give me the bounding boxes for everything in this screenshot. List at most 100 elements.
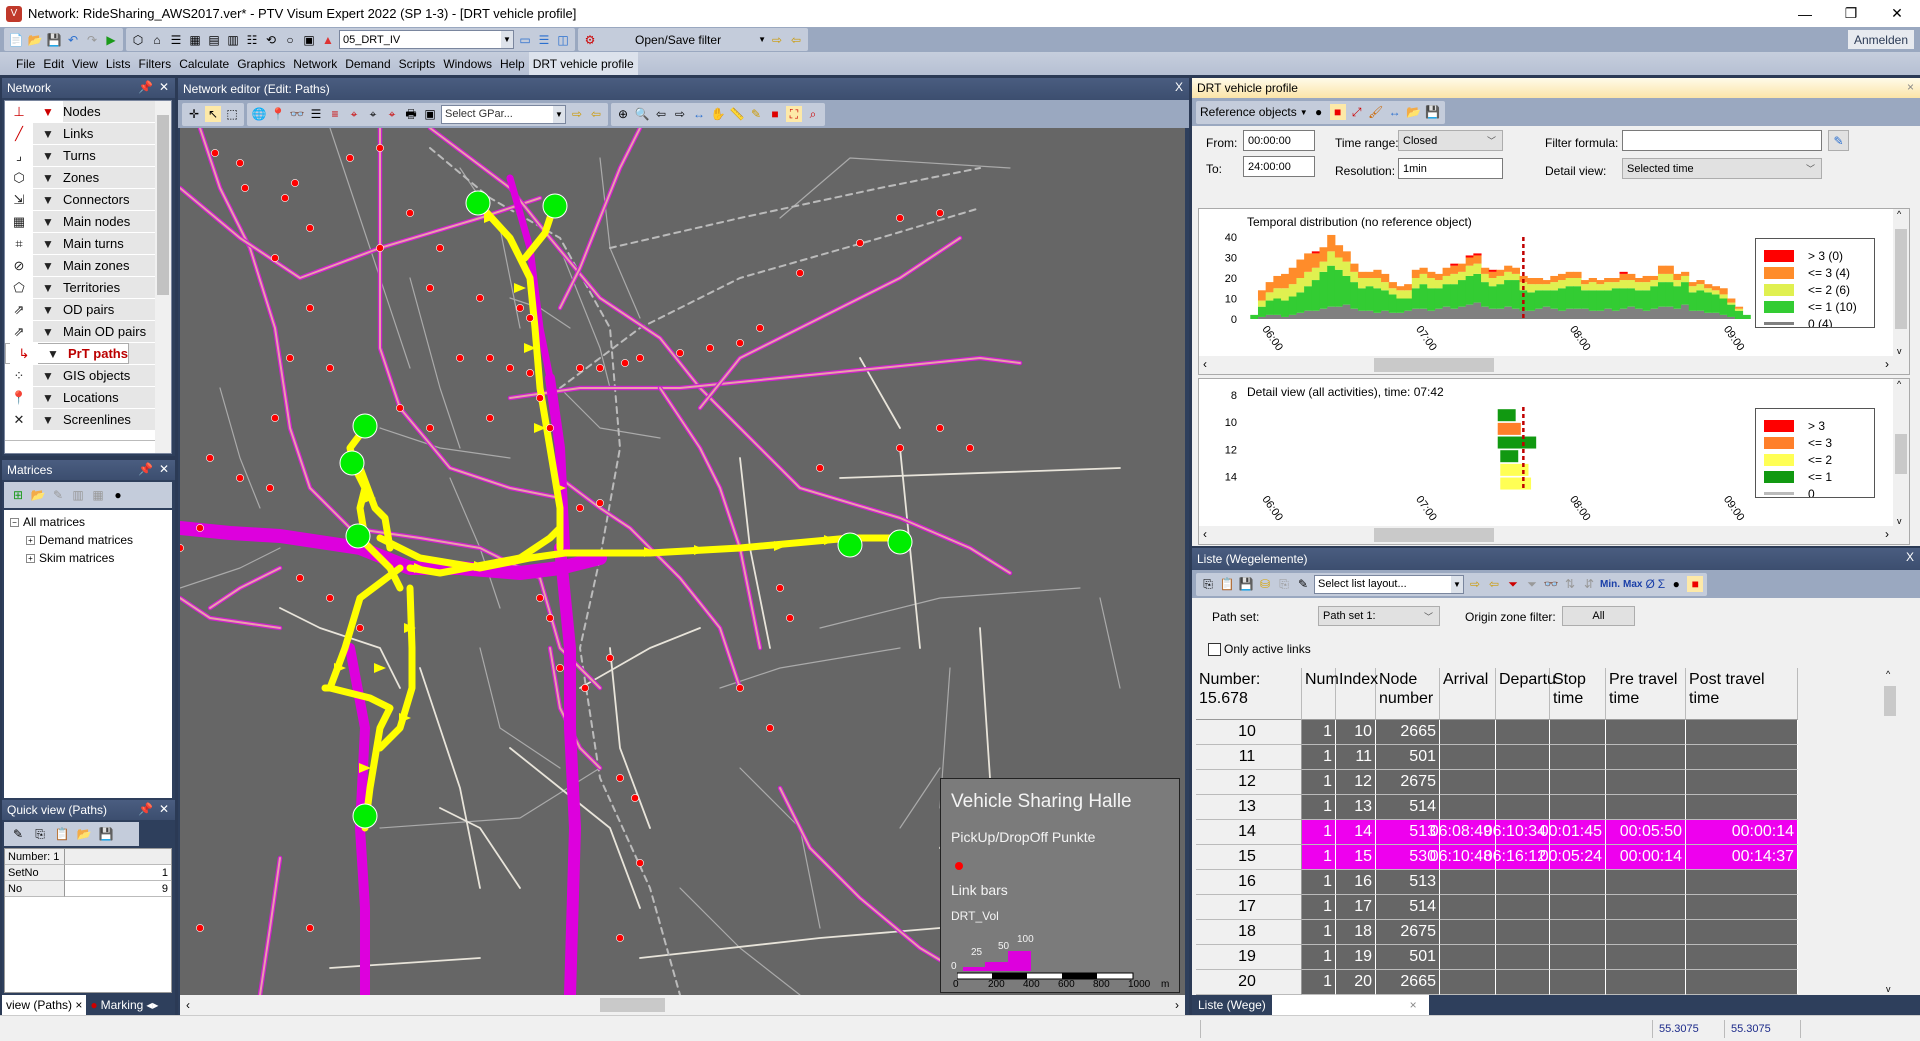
map-horizontal-scrollbar[interactable]: ‹ › [180,995,1185,1015]
table-cell[interactable]: 1 [1302,920,1336,945]
copy-disabled-icon[interactable]: ⎘ [1276,576,1292,592]
horizontal-scrollbar[interactable]: ‹ › [1199,526,1909,544]
table-cell[interactable] [1686,720,1798,745]
print-icon[interactable]: 🖶 [403,106,419,122]
fit-all-icon[interactable]: ⛶ [786,106,802,122]
table-cell[interactable]: 513 [1376,870,1440,895]
table-cell[interactable] [1440,795,1496,820]
scrollbar-thumb[interactable] [600,998,665,1012]
fit-width-icon[interactable]: ↔ [691,106,707,122]
tab-scroll-icon[interactable]: ◂▸ [146,998,158,1012]
close-icon[interactable]: × [1404,995,1423,1015]
sort-descending-icon[interactable]: ⇵ [1581,576,1597,592]
filter-icon[interactable]: ▼ [33,189,63,210]
home-icon[interactable]: ⌂ [149,32,165,48]
to-input[interactable]: 24:00:00 [1243,156,1315,177]
menu-graphics[interactable]: Graphics [233,52,289,75]
tab-quick-view-paths[interactable]: view (Paths) × [2,995,87,1015]
matrix-icon[interactable]: ▣ [301,32,317,48]
close-icon[interactable]: × [1907,80,1914,94]
table-row[interactable]: 19 1 19 501 [1196,945,1898,970]
filter-icon[interactable]: ▼ [33,123,63,144]
menu-drt-vehicle-profile[interactable]: DRT vehicle profile [528,52,638,75]
table-row[interactable]: 12 1 12 2675 [1196,770,1898,795]
row-number[interactable]: 17 [1196,895,1302,920]
record-red-icon[interactable]: ■ [1329,104,1346,120]
table-row[interactable]: 10 1 10 2665 [1196,720,1898,745]
network-item-connectors[interactable]: ⇲ ▼ Connectors [5,189,171,211]
table-cell[interactable] [1550,945,1606,970]
pin-icon[interactable]: 📌 [138,462,153,476]
filter-icon[interactable]: ▼ [38,343,68,364]
table-cell[interactable] [1550,895,1606,920]
table-cell[interactable] [1550,745,1606,770]
table-cell[interactable]: 17 [1336,895,1376,920]
table-cell[interactable] [1440,920,1496,945]
insert-icon[interactable]: ✛ [186,106,202,122]
table-row[interactable]: 14 1 14 513 06:08:49 06:10:34 00:01:45 00:05:50… [1196,820,1898,845]
table-cell[interactable]: 00:05:24 [1540,845,1606,870]
table-cell[interactable]: 13 [1336,795,1376,820]
edit-matrix-icon[interactable]: ✎ [50,487,66,503]
record-red-icon[interactable]: ■ [1687,576,1704,592]
edit-formula-pencil-icon[interactable]: ✎ [1828,130,1849,151]
import-gpar-icon[interactable]: ⇨ [569,106,585,122]
link-select-icon[interactable]: ⤢ [1349,104,1365,120]
menu-help[interactable]: Help [496,52,529,75]
layers-icon[interactable]: ≡ [327,106,343,122]
close-icon[interactable]: X [1906,550,1914,564]
menu-calculate[interactable]: Calculate [175,52,233,75]
table-cell[interactable]: 10 [1336,720,1376,745]
menu-filters[interactable]: Filters [135,52,176,75]
table-cell[interactable]: 1 [1302,945,1336,970]
path-set-select[interactable]: Path set 1: ﹀ [1318,606,1440,626]
window-layout-2-icon[interactable]: ☰ [536,32,552,48]
network-item-locations[interactable]: 📍 ▼ Locations [5,387,171,409]
expand-icon[interactable]: + [26,535,35,545]
table-cell[interactable] [1550,795,1606,820]
row-number[interactable]: 10 [1196,720,1302,745]
menu-file[interactable]: File [12,52,39,75]
average-button[interactable]: Ø [1645,577,1654,591]
collapse-icon[interactable]: − [10,517,19,527]
network-item-zones[interactable]: ⬡ ▼ Zones [5,167,171,189]
table-cell[interactable] [1496,795,1550,820]
network-item-main-turns[interactable]: ⌗ ▼ Main turns [5,233,171,255]
spatial-select-icon[interactable]: ⌖ [346,106,362,122]
table-cell[interactable] [1686,895,1798,920]
table-cell[interactable]: 1 [1302,720,1336,745]
table-cell[interactable]: 514 [1376,895,1440,920]
filter-icon[interactable]: ▼ [33,299,63,320]
table-cell[interactable] [1496,945,1550,970]
table-cell[interactable]: 19 [1336,945,1376,970]
max-button[interactable]: Max [1623,579,1642,590]
table-cell[interactable] [1686,770,1798,795]
fit-width-icon[interactable]: ↔ [1387,104,1403,120]
row-number[interactable]: 13 [1196,795,1302,820]
network-item-nodes[interactable]: ⊥ ▼ Nodes [5,101,171,123]
menu-windows[interactable]: Windows [439,52,496,75]
table-row[interactable]: 11 1 11 501 [1196,745,1898,770]
table-cell[interactable] [1686,945,1798,970]
zoom-window-icon[interactable]: ⊕ [615,106,631,122]
export-gpar-icon[interactable]: ⇦ [588,106,604,122]
sum-button[interactable]: Σ [1658,577,1665,591]
table-vertical-scrollbar[interactable]: ^ v [1882,668,1898,996]
table-cell[interactable]: 18 [1336,920,1376,945]
close-icon[interactable]: ✕ [159,80,169,94]
table-cell[interactable] [1440,945,1496,970]
network-item-territories[interactable]: ⬠ ▼ Territories [5,277,171,299]
table-row[interactable]: 15 1 15 530 06:10:48 06:16:12 00:05:24 00:00:14… [1196,845,1898,870]
column-header[interactable]: Pre travel time [1606,668,1686,720]
restore-button[interactable]: ❐ [1828,0,1874,27]
tab-marking[interactable]: ● Marking ◂▸ [86,998,162,1012]
filter-icon[interactable]: ▼ [33,211,63,232]
gpar-select[interactable]: Select GPar... ▼ [441,104,566,124]
network-item-screenlines[interactable]: ✕ ▼ Screenlines [5,409,171,431]
filter-disabled-icon[interactable]: ⏷ [1524,576,1540,592]
record-icon[interactable]: ● [110,487,126,503]
checkbox-box[interactable] [1208,642,1221,656]
table-cell[interactable] [1686,920,1798,945]
filter-icon[interactable]: ▼ [33,321,63,342]
column-header[interactable]: Departu [1496,668,1556,720]
